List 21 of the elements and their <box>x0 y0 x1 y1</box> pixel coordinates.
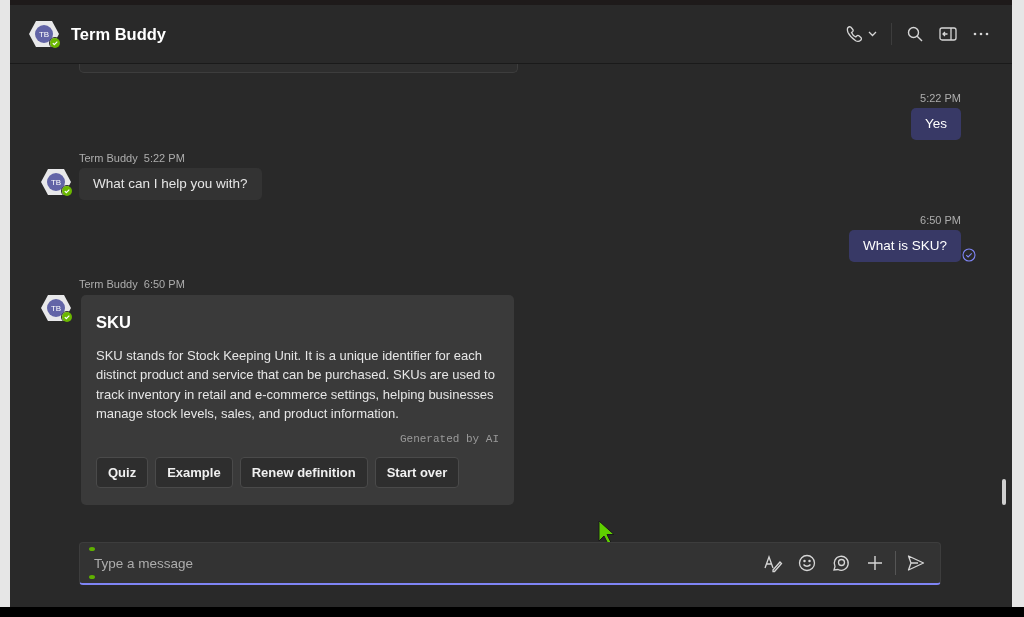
card-action-button[interactable]: Renew definition <box>239 456 368 488</box>
sender-name: Term Buddy <box>79 152 138 164</box>
message-composer[interactable]: Type a message <box>79 542 941 585</box>
card-action-button[interactable]: Quiz <box>96 456 149 488</box>
message-bubble: What is SKU? <box>848 230 961 262</box>
card-action-button[interactable]: Start over <box>374 456 460 488</box>
scrollbar-thumb[interactable] <box>1002 479 1006 505</box>
message-input-field[interactable]: Type a message <box>92 554 753 572</box>
drag-handle-icon <box>88 546 96 580</box>
message-timestamp: 5:22 PM <box>920 92 961 104</box>
message-bubble: What can I help you with? <box>79 168 262 200</box>
card-action-button[interactable]: Example <box>155 456 233 488</box>
card-body-text: SKU stands for Stock Keeping Unit. It is a unique identifier for each distinct product and service that can be purchased. SKUs are used to track inventory in retail and e-commerce settings, helping businesses manage stock levels, sales, and product information. <box>96 347 496 424</box>
message-timestamp: 6:50 PM <box>920 214 961 226</box>
message-timestamp: 6:50 PM <box>143 278 185 290</box>
sender-name: Term Buddy <box>79 278 138 290</box>
message-timestamp: 5:22 PM <box>143 152 185 164</box>
chat-title: Term Buddy <box>71 24 168 44</box>
ai-generated-label: Generated by AI <box>398 432 499 445</box>
message-bubble: Yes <box>910 108 961 140</box>
card-title: SKU <box>96 313 132 332</box>
